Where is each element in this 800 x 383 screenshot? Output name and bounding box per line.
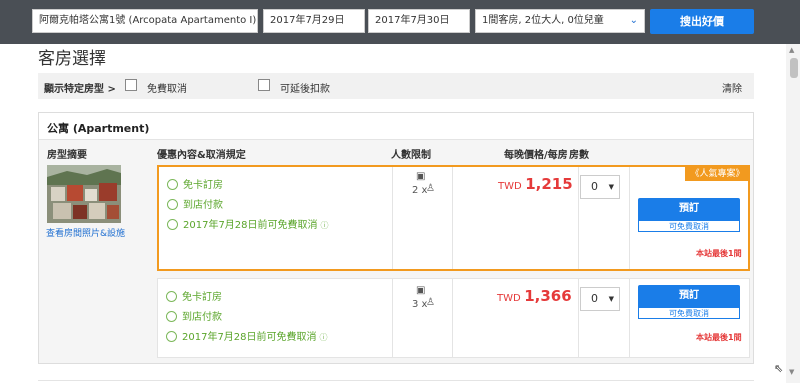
card-icon xyxy=(167,179,178,190)
info-icon[interactable]: ⓘ xyxy=(320,333,328,342)
hotel-field[interactable]: 阿爾克帕塔公寓1號 (Arcopata Apartamento I) xyxy=(32,9,258,33)
pay-later-checkbox[interactable] xyxy=(258,79,270,91)
divider xyxy=(38,380,754,381)
guests-select[interactable]: 1間客房, 2位大人, 0位兒童 ⌄ xyxy=(475,9,645,33)
chevron-down-icon: ⌄ xyxy=(629,15,638,26)
benefit-label: 免卡訂房 xyxy=(183,180,223,191)
room-title: 公寓 (Apartment) xyxy=(47,122,150,135)
free-cancel-note[interactable]: 可免費取消 xyxy=(638,307,740,319)
book-button[interactable]: 預訂 xyxy=(638,285,740,307)
col-price: 每晚價格/每房 xyxy=(504,150,568,161)
room-qty-select[interactable]: 0 ▼ xyxy=(580,287,620,311)
free-cancel-label[interactable]: 免費取消 xyxy=(147,80,187,95)
popular-badge: 《人氣專案》 xyxy=(685,167,750,181)
card-icon xyxy=(166,291,177,302)
capacity-cell: ▣ 3 x ♙ xyxy=(392,279,453,357)
scrollbar-thumb[interactable] xyxy=(790,58,798,78)
scroll-up-icon[interactable]: ▲ xyxy=(789,46,794,54)
pay-icon xyxy=(167,199,178,210)
free-cancel-note[interactable]: 可免費取消 xyxy=(638,220,740,232)
benefit-item: 到店付款 xyxy=(166,308,222,323)
col-summary: 房型摘要 xyxy=(47,150,87,161)
qty-value: 0 xyxy=(591,292,598,305)
price-cell: TWD 1,366 xyxy=(452,279,579,357)
room-qty-select[interactable]: 0 ▼ xyxy=(580,175,620,199)
benefit-label: 2017年7月28日前可免費取消 xyxy=(182,332,317,343)
col-rooms: 房數 xyxy=(569,150,589,161)
benefit-item: 免卡訂房 xyxy=(167,176,223,191)
filter-bar: 顯示特定房型 > 免費取消 可延後扣款 清除 xyxy=(38,73,754,99)
price-cell: TWD 1,215 xyxy=(452,167,579,269)
offer-benefits: 免卡訂房 到店付款 2017年7月28日前可免費取消 ⓘ xyxy=(158,279,393,357)
benefit-item: 免卡訂房 xyxy=(166,288,222,303)
offer-row: 免卡訂房 到店付款 2017年7月28日前可免費取消 ⓘ ▣ 3 x ♙ TWD … xyxy=(157,278,750,358)
scrollbar[interactable] xyxy=(786,44,800,383)
pay-icon xyxy=(166,311,177,322)
pay-later-label[interactable]: 可延後扣款 xyxy=(280,80,330,95)
room-photo[interactable] xyxy=(47,165,121,223)
currency: TWD xyxy=(497,293,521,304)
person-icon: ♙ xyxy=(426,297,435,308)
chevron-down-icon: ▼ xyxy=(608,183,614,191)
price-amount: 1,366 xyxy=(524,287,572,305)
price-amount: 1,215 xyxy=(525,175,573,193)
price: TWD 1,366 xyxy=(497,287,572,305)
currency: TWD xyxy=(498,181,522,192)
bed-icon: ▣ xyxy=(416,171,426,182)
price: TWD 1,215 xyxy=(498,175,573,193)
divider xyxy=(629,167,630,269)
col-capacity: 人數限制 xyxy=(391,150,431,161)
info-icon[interactable]: ⓘ xyxy=(321,221,329,230)
mouse-cursor-icon: ⇖ xyxy=(774,362,784,375)
page-title: 客房選擇 xyxy=(38,49,106,69)
benefit-label: 免卡訂房 xyxy=(182,292,222,303)
last-room-note: 本站最後1間 xyxy=(696,249,742,258)
room-header: 公寓 (Apartment) xyxy=(39,113,753,140)
qty-value: 0 xyxy=(591,180,598,193)
benefit-label: 到店付款 xyxy=(182,312,222,323)
offer-benefits: 免卡訂房 到店付款 2017年7月28日前可免費取消 ⓘ xyxy=(159,167,393,269)
benefit-item: 到店付款 xyxy=(167,196,223,211)
search-bar: 阿爾克帕塔公寓1號 (Arcopata Apartamento I) 2017年… xyxy=(0,0,800,44)
clear-filters-link[interactable]: 清除 xyxy=(722,80,742,95)
offer-row: 免卡訂房 到店付款 2017年7月28日前可免費取消 ⓘ ▣ 2 x ♙ TWD … xyxy=(157,165,750,271)
divider xyxy=(629,279,630,357)
cancel-icon xyxy=(166,331,177,342)
capacity-cell: ▣ 2 x ♙ xyxy=(392,167,453,269)
benefit-item: 2017年7月28日前可免費取消 ⓘ xyxy=(166,328,328,343)
free-cancel-checkbox[interactable] xyxy=(125,79,137,91)
benefit-label: 2017年7月28日前可免費取消 xyxy=(183,220,318,231)
last-room-note: 本站最後1間 xyxy=(696,333,742,342)
chevron-down-icon: ▼ xyxy=(608,295,614,303)
person-icon: ♙ xyxy=(426,183,435,194)
room-card: 公寓 (Apartment) 房型摘要 優惠內容&取消規定 人數限制 每晚價格/… xyxy=(38,112,754,364)
book-button[interactable]: 預訂 xyxy=(638,198,740,220)
checkin-field[interactable]: 2017年7月29日 xyxy=(263,9,365,33)
scroll-down-icon[interactable]: ▼ xyxy=(789,368,794,376)
room-photos-link[interactable]: 查看房間照片&設施 xyxy=(46,226,125,239)
benefit-item: 2017年7月28日前可免費取消 ⓘ xyxy=(167,216,329,231)
benefit-label: 到店付款 xyxy=(183,200,223,211)
filter-label[interactable]: 顯示特定房型 > xyxy=(44,80,116,95)
checkout-field[interactable]: 2017年7月30日 xyxy=(368,9,470,33)
col-offer: 優惠內容&取消規定 xyxy=(157,150,246,161)
search-button[interactable]: 搜出好價 xyxy=(650,9,754,34)
bed-icon: ▣ xyxy=(416,285,426,296)
cancel-icon xyxy=(167,219,178,230)
guests-value: 1間客房, 2位大人, 0位兒童 xyxy=(482,15,604,26)
